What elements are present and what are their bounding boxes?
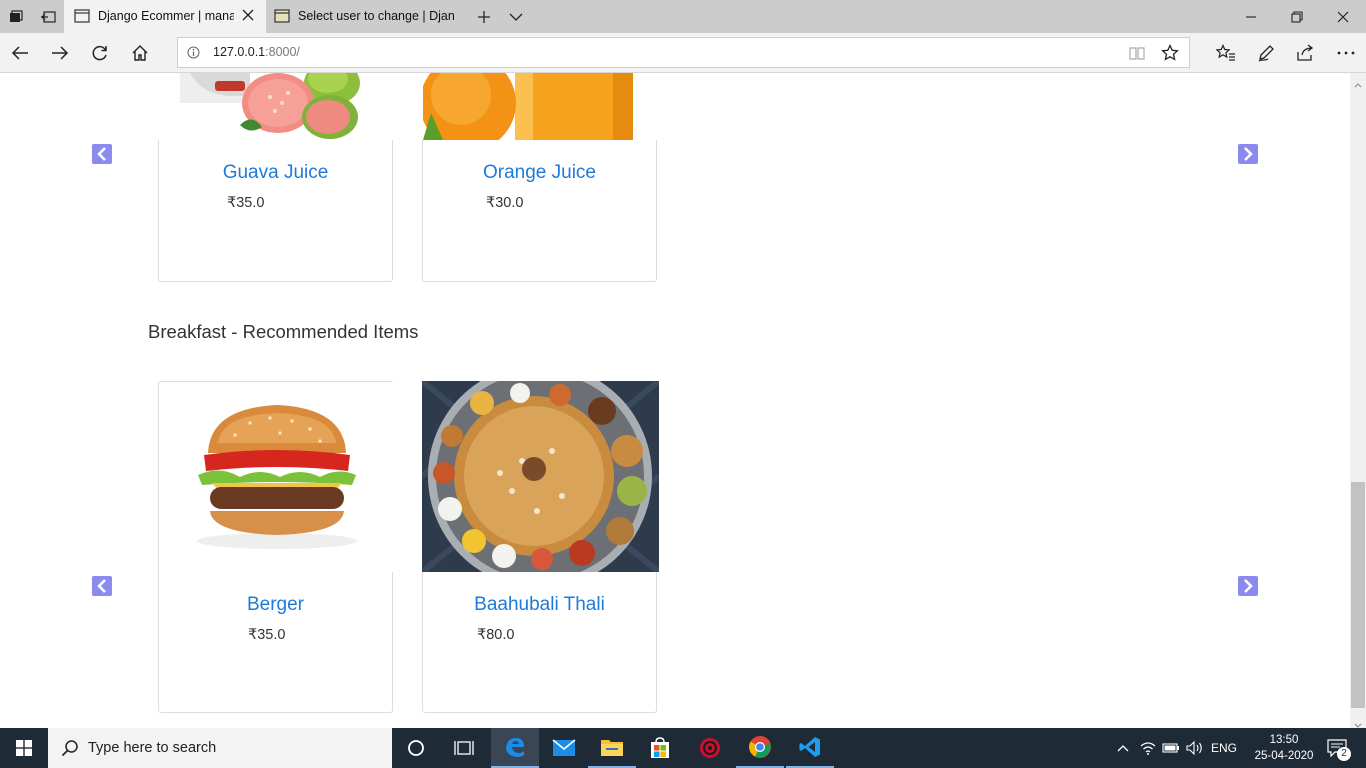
guava-juice-image bbox=[180, 73, 360, 140]
chevron-right-icon bbox=[1244, 147, 1253, 161]
product-price: ₹80.0 bbox=[477, 627, 515, 643]
product-price: ₹35.0 bbox=[248, 627, 286, 643]
product-name-link[interactable]: Orange Juice bbox=[423, 162, 656, 184]
page-viewport: Guava Juice ₹35.0 Orange Juice ₹30.0 Bre… bbox=[0, 73, 1350, 728]
reading-view-icon[interactable] bbox=[1129, 45, 1145, 66]
product-card[interactable]: Guava Juice ₹35.0 bbox=[158, 140, 393, 282]
page-icon bbox=[274, 9, 290, 26]
start-windows-icon[interactable] bbox=[0, 728, 48, 768]
carousel-prev-button[interactable] bbox=[92, 144, 112, 164]
favorite-star-icon[interactable] bbox=[1161, 43, 1179, 67]
close-tab-icon[interactable] bbox=[241, 8, 255, 25]
scrollbar-thumb[interactable] bbox=[1351, 482, 1365, 708]
url-host: 127.0.0.1 bbox=[213, 45, 266, 59]
tab-select-user[interactable]: Select user to change | Djan bbox=[266, 0, 466, 33]
orange-juice-image bbox=[423, 73, 633, 140]
set-aside-tabs-icon[interactable] bbox=[32, 0, 64, 33]
page-icon bbox=[74, 9, 90, 26]
close-window-icon[interactable] bbox=[1320, 0, 1366, 33]
windows-taskbar: Type here to search ENG 13:50 25-04-2020… bbox=[0, 728, 1366, 768]
chevron-left-icon bbox=[97, 579, 106, 593]
vscode-icon[interactable] bbox=[786, 728, 834, 768]
cortana-icon[interactable] bbox=[392, 728, 440, 768]
notifications-icon[interactable]: 2 bbox=[1320, 728, 1354, 768]
forward-icon[interactable] bbox=[40, 33, 80, 73]
tab-bar: Django Ecommer | mana Select user to cha… bbox=[0, 0, 1366, 33]
tab-title: Select user to change | Djan bbox=[298, 9, 455, 23]
minimize-icon[interactable] bbox=[1228, 0, 1274, 33]
favorites-icon[interactable] bbox=[1206, 33, 1246, 73]
product-price: ₹30.0 bbox=[486, 195, 524, 211]
info-icon[interactable] bbox=[187, 46, 200, 64]
chevron-up-icon[interactable] bbox=[1112, 728, 1134, 768]
notes-pen-icon[interactable] bbox=[1246, 33, 1286, 73]
chrome-icon[interactable] bbox=[736, 728, 784, 768]
store-icon[interactable] bbox=[636, 728, 684, 768]
share-icon[interactable] bbox=[1285, 33, 1325, 73]
product-card[interactable]: Orange Juice ₹30.0 bbox=[422, 140, 657, 282]
tab-django-ecommerce[interactable]: Django Ecommer | mana bbox=[64, 0, 266, 33]
app-red-icon[interactable] bbox=[686, 728, 734, 768]
thali-image bbox=[422, 381, 659, 572]
carousel-next-button[interactable] bbox=[1238, 576, 1258, 596]
edge-browser-icon[interactable] bbox=[491, 728, 539, 768]
product-name-link[interactable]: Berger bbox=[159, 594, 392, 616]
chevron-down-icon[interactable] bbox=[500, 0, 532, 33]
url-port-path: :8000/ bbox=[265, 45, 300, 59]
mail-icon[interactable] bbox=[540, 728, 588, 768]
restore-icon[interactable] bbox=[1274, 0, 1320, 33]
volume-icon[interactable] bbox=[1184, 728, 1206, 768]
burger-image bbox=[160, 383, 393, 572]
clock-date: 25-04-2020 bbox=[1254, 750, 1314, 762]
clock[interactable]: 13:50 25-04-2020 bbox=[1248, 732, 1320, 764]
address-bar[interactable]: 127.0.0.1:8000/ bbox=[177, 37, 1190, 68]
product-name-link[interactable]: Baahubali Thali bbox=[423, 594, 656, 616]
product-card[interactable]: Berger ₹35.0 bbox=[158, 381, 393, 713]
file-explorer-icon[interactable] bbox=[588, 728, 636, 768]
battery-icon[interactable] bbox=[1160, 728, 1182, 768]
clock-time: 13:50 bbox=[1269, 734, 1299, 746]
more-icon[interactable] bbox=[1326, 33, 1366, 73]
language-indicator[interactable]: ENG bbox=[1208, 728, 1240, 768]
product-price: ₹35.0 bbox=[227, 195, 265, 211]
search-icon bbox=[61, 739, 79, 762]
tab-title: Django Ecommer | mana bbox=[98, 9, 234, 23]
new-tab-icon[interactable] bbox=[468, 0, 500, 33]
task-view-icon[interactable] bbox=[440, 728, 488, 768]
back-icon[interactable] bbox=[0, 33, 40, 73]
chevron-right-icon bbox=[1244, 579, 1253, 593]
wifi-icon[interactable] bbox=[1137, 728, 1159, 768]
chevron-left-icon bbox=[97, 147, 106, 161]
home-icon[interactable] bbox=[120, 33, 160, 73]
product-name-link[interactable]: Guava Juice bbox=[159, 162, 392, 184]
section-title: Breakfast - Recommended Items bbox=[148, 321, 419, 342]
scroll-up-icon[interactable] bbox=[1354, 75, 1362, 93]
refresh-icon[interactable] bbox=[80, 33, 120, 73]
product-card[interactable]: Baahubali Thali ₹80.0 bbox=[422, 381, 659, 713]
carousel-prev-button[interactable] bbox=[92, 576, 112, 596]
notification-count-badge: 2 bbox=[1337, 747, 1351, 761]
search-placeholder: Type here to search bbox=[88, 740, 217, 756]
taskbar-search-box[interactable]: Type here to search bbox=[48, 728, 392, 768]
carousel-next-button[interactable] bbox=[1238, 144, 1258, 164]
url-text: 127.0.0.1:8000/ bbox=[213, 45, 300, 59]
navigation-bar: 127.0.0.1:8000/ bbox=[0, 33, 1366, 73]
tab-actions-icon[interactable] bbox=[0, 0, 32, 33]
